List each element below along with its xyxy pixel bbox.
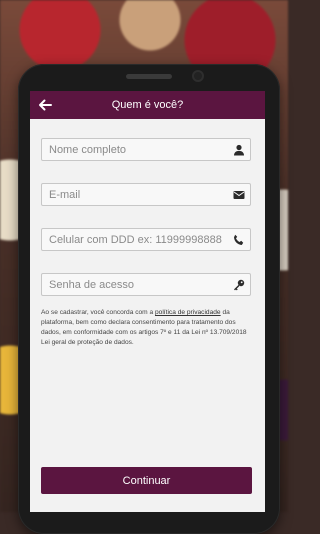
phone-speaker [126,74,172,79]
phone-camera [194,72,202,80]
privacy-policy-link[interactable]: política de privacidade [155,309,221,316]
email-input[interactable] [42,184,229,205]
name-input[interactable] [42,139,229,160]
app-screen: Quem é você? Ao se cadastrar, você conco… [30,91,265,512]
app-bar: Quem é você? [30,91,265,119]
phone-icon [234,234,244,245]
password-input[interactable] [42,274,229,295]
name-field[interactable] [41,138,251,161]
person-icon [234,144,244,156]
back-arrow-icon[interactable] [36,96,54,114]
page-title: Quem é você? [111,99,184,111]
phone-input[interactable] [42,229,229,250]
privacy-notice-text-1: Ao se cadastrar, você concorda com a [41,309,155,316]
privacy-notice: Ao se cadastrar, você concorda com a pol… [41,308,254,348]
email-field[interactable] [41,183,251,206]
key-icon [234,279,245,291]
password-field[interactable] [41,273,251,296]
phone-field[interactable] [41,228,251,251]
continue-button[interactable]: Continuar [41,467,252,494]
envelope-icon [233,191,245,199]
